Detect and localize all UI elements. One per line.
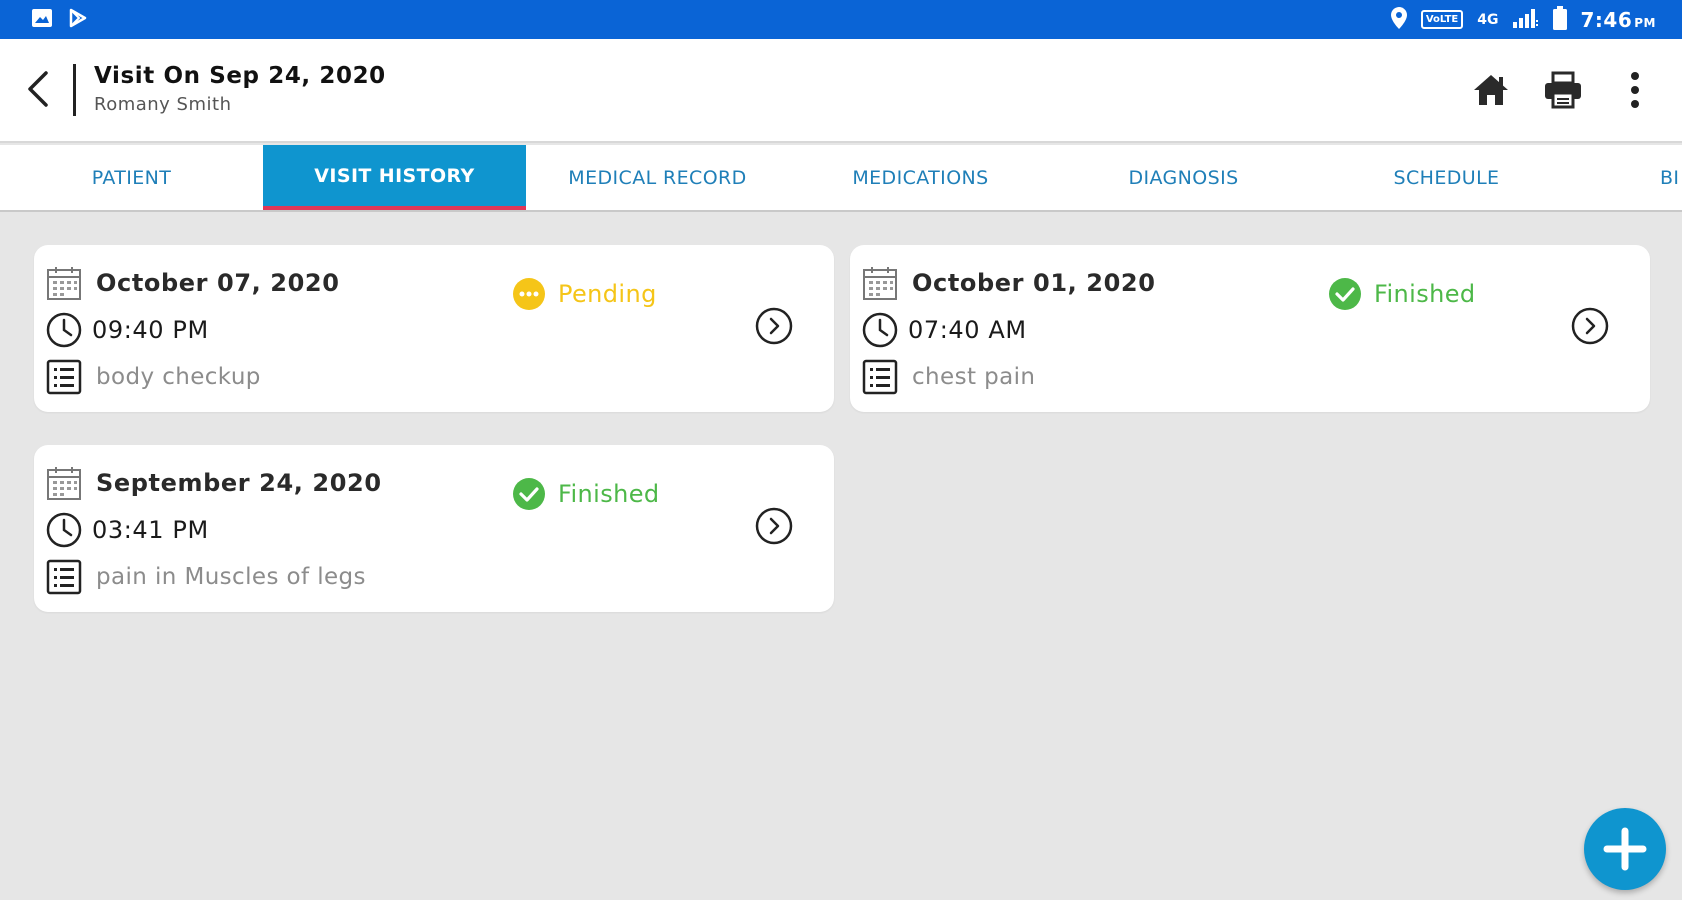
back-button[interactable] [22,69,56,109]
clock-icon [44,310,84,350]
title-block: Visit On Sep 24, 2020 Romany Smith [94,63,386,115]
location-icon [1390,6,1407,33]
calendar-icon [44,263,84,303]
patient-name: Romany Smith [94,94,232,115]
open-visit-button[interactable] [754,506,794,546]
open-visit-button[interactable] [754,306,794,346]
calendar-icon [44,463,84,503]
tab-diagnosis[interactable]: DIAGNOSIS [1052,145,1315,210]
more-vert-icon [1631,72,1639,108]
visit-time: 09:40 PM [92,316,209,344]
home-icon [1474,75,1508,105]
tab-overflow[interactable]: BI [1660,145,1682,210]
check-circle-icon [513,478,545,510]
page-title: Visit On Sep 24, 2020 [94,63,386,89]
visit-date: October 07, 2020 [96,269,340,297]
calendar-icon [860,263,900,303]
status-text: Pending [558,280,657,308]
visit-date: September 24, 2020 [96,469,382,497]
check-circle-icon [1329,278,1361,310]
play-store-icon [68,8,88,32]
status-text: Finished [1374,280,1476,308]
tab-visit-history[interactable]: VISIT HISTORY [263,145,526,210]
tab-bar: PATIENT VISIT HISTORY MEDICAL RECORD MED… [0,145,1682,212]
chevron-right-icon [1571,307,1609,345]
list-icon [44,357,84,397]
status-badge: Finished [512,477,660,511]
print-button[interactable] [1542,69,1584,111]
open-visit-button[interactable] [1570,306,1610,346]
clock: 7:46 PM [1580,7,1656,32]
battery-icon [1552,5,1567,34]
status-text: Finished [558,480,660,508]
chevron-right-icon [755,507,793,545]
status-bar: VoLTE 4G 7:46 PM [0,0,1682,39]
list-icon [860,357,900,397]
network-type: 4G [1477,11,1499,28]
visit-time: 03:41 PM [92,516,209,544]
status-badge: Finished [1328,277,1476,311]
title-divider [73,64,76,116]
visit-reason: body checkup [96,364,261,390]
add-visit-button[interactable] [1584,808,1666,890]
tab-schedule[interactable]: SCHEDULE [1315,145,1578,210]
volte-badge: VoLTE [1420,10,1464,29]
app-bar-actions [1470,69,1656,111]
visit-reason: pain in Muscles of legs [96,564,366,590]
visit-reason: chest pain [912,364,1036,390]
pending-icon [513,278,545,310]
arrow-back-icon [28,71,48,107]
print-icon [1545,71,1581,109]
clock-icon [860,310,900,350]
status-badge: Pending [512,277,657,311]
add-icon [1603,827,1647,871]
visit-card[interactable]: October 01, 2020 07:40 AM chest pain Fin… [850,245,1650,412]
visit-card[interactable]: October 07, 2020 09:40 PM body checkup P… [34,245,834,412]
visit-date: October 01, 2020 [912,269,1156,297]
app-bar: Visit On Sep 24, 2020 Romany Smith [0,39,1682,143]
more-options-button[interactable] [1614,69,1656,111]
tab-medical-record[interactable]: MEDICAL RECORD [526,145,789,210]
signal-icon [1512,8,1539,32]
visit-time: 07:40 AM [908,316,1027,344]
tab-patient[interactable]: PATIENT [0,145,263,210]
clock-icon [44,510,84,550]
home-button[interactable] [1470,69,1512,111]
image-icon [32,8,52,31]
list-icon [44,557,84,597]
tab-medications[interactable]: MEDICATIONS [789,145,1052,210]
visit-card[interactable]: September 24, 2020 03:41 PM pain in Musc… [34,445,834,612]
chevron-right-icon [755,307,793,345]
